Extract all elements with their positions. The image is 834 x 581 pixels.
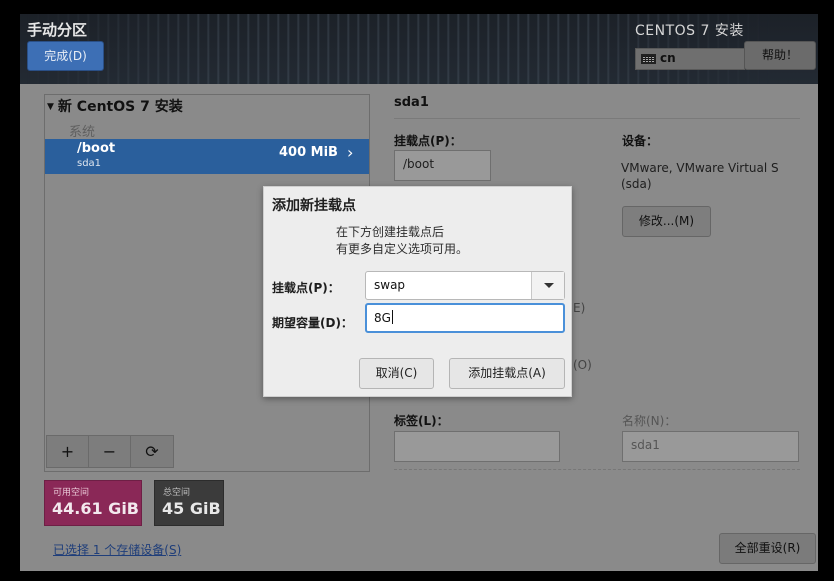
divider — [394, 118, 800, 119]
partial-label-o: (O) — [573, 358, 592, 372]
remove-partition-button[interactable]: − — [89, 436, 131, 467]
keyboard-icon — [641, 54, 656, 64]
modify-device-button[interactable]: 修改...(M) — [622, 206, 711, 237]
available-space-box: 可用空间 44.61 GiB — [44, 480, 142, 526]
expand-triangle-icon: ▼ — [47, 102, 54, 112]
available-space-value: 44.61 GiB — [52, 499, 139, 518]
partition-device: sda1 — [77, 158, 102, 169]
partition-toolbar: + − ⟳ — [46, 435, 174, 468]
dialog-capacity-label: 期望容量(D)： — [272, 316, 353, 330]
device-value: VMware, VMware Virtual S (sda) — [621, 160, 779, 192]
dialog-message-line2: 有更多自定义选项可用。 — [336, 242, 469, 256]
total-space-value: 45 GiB — [162, 499, 221, 518]
keyboard-layout-label: cn — [660, 51, 676, 65]
cancel-button[interactable]: 取消(C) — [359, 358, 434, 389]
tag-field[interactable] — [394, 431, 560, 462]
partition-detail-title: sda1 — [394, 95, 429, 110]
available-space-label: 可用空间 — [53, 488, 90, 498]
dialog-message: 在下方创建挂载点后 有更多自定义选项可用。 — [336, 224, 468, 258]
partition-size: 400 MiB — [279, 145, 338, 160]
partial-label-e: E) — [573, 301, 586, 315]
reset-all-button[interactable]: 全部重设(R) — [719, 533, 816, 564]
mount-point-field[interactable]: /boot — [394, 150, 491, 181]
product-title: CENTOS 7 安装 — [635, 23, 744, 39]
dialog-message-line1: 在下方创建挂载点后 — [336, 225, 445, 239]
name-field[interactable]: sda1 — [622, 431, 799, 462]
tag-label: 标签(L)： — [394, 414, 449, 428]
mount-point-combobox-value: swap — [374, 278, 406, 292]
add-mount-point-button[interactable]: 添加挂载点(A) — [449, 358, 565, 389]
total-space-label: 总空间 — [163, 488, 191, 498]
add-partition-button[interactable]: + — [47, 436, 89, 467]
device-value-line2: (sda) — [621, 177, 652, 191]
device-value-line1: VMware, VMware Virtual S — [621, 161, 779, 175]
mount-point-label: 挂载点(P)： — [394, 134, 462, 148]
install-group-header[interactable]: ▼ 新 CentOS 7 安装 — [47, 96, 183, 116]
installer-window: 手动分区 完成(D) CENTOS 7 安装 cn 帮助！ ▼ 新 CentOS … — [20, 14, 818, 571]
dialog-title: 添加新挂载点 — [272, 198, 356, 214]
system-section-label: 系统 — [69, 125, 96, 140]
mount-point-combobox[interactable]: swap — [365, 271, 565, 300]
total-space-box: 总空间 45 GiB — [154, 480, 224, 526]
chevron-right-icon: › — [347, 143, 354, 162]
header-bar: 手动分区 完成(D) CENTOS 7 安装 cn 帮助！ — [20, 14, 818, 84]
install-group-title: 新 CentOS 7 安装 — [57, 99, 183, 115]
keyboard-layout-indicator[interactable]: cn — [635, 48, 745, 70]
desired-capacity-input[interactable]: 8G — [365, 303, 565, 333]
name-label: 名称(N)： — [622, 414, 677, 428]
chevron-down-icon[interactable] — [531, 272, 564, 299]
text-caret — [391, 310, 393, 324]
selected-storage-link[interactable]: 已选择 1 个存储设备(S) — [53, 541, 181, 558]
device-label: 设备： — [622, 134, 659, 148]
partition-row-boot[interactable]: /boot sda1 400 MiB › — [45, 139, 369, 174]
help-button[interactable]: 帮助！ — [744, 41, 816, 70]
partition-mount: /boot — [77, 141, 116, 156]
add-mount-point-dialog: 添加新挂载点 在下方创建挂载点后 有更多自定义选项可用。 挂载点(P)： swa… — [263, 186, 572, 397]
dashed-divider — [394, 469, 800, 470]
desired-capacity-value: 8G — [374, 310, 393, 325]
page-title: 手动分区 — [27, 21, 88, 39]
done-button[interactable]: 完成(D) — [27, 41, 104, 71]
desired-capacity-text: 8G — [374, 311, 391, 325]
dialog-mount-label: 挂载点(P)： — [272, 281, 340, 295]
refresh-icon[interactable]: ⟳ — [131, 436, 173, 467]
